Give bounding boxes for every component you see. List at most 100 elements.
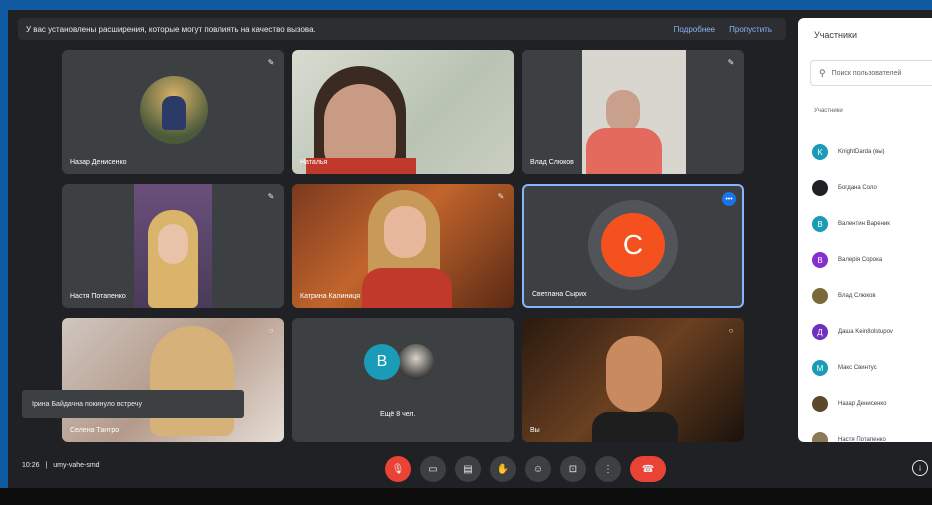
participant-tile[interactable]: ✎ Назар Денисенко bbox=[62, 50, 284, 174]
emoji-icon: ☺ bbox=[532, 463, 544, 475]
participant-list-avatar bbox=[812, 288, 828, 304]
mic-off-icon: ○ bbox=[268, 326, 274, 335]
more-vert-icon: ⋮ bbox=[603, 463, 613, 475]
participants-panel: Участники ⚲ Поиск пользователей Участник… bbox=[798, 18, 932, 442]
participant-tile[interactable]: Наталья bbox=[292, 50, 514, 174]
participant-list-item[interactable]: В Валерія Сорока bbox=[812, 250, 882, 270]
participant-list-avatar bbox=[812, 396, 828, 412]
more-options-button[interactable]: ⋮ bbox=[595, 456, 621, 482]
participant-list-name: Валерія Сорока bbox=[838, 257, 883, 263]
participant-list-item[interactable]: В Валентин Вареник bbox=[812, 214, 890, 234]
camera-toggle-button[interactable]: ▭ bbox=[420, 456, 446, 482]
hang-up-icon: ☎ bbox=[641, 463, 655, 475]
mic-off-icon: ✎ bbox=[497, 192, 505, 201]
participant-name: Назар Денисенко bbox=[70, 159, 127, 166]
window-border-top bbox=[0, 0, 932, 10]
participant-list-item[interactable]: М Макс Свинтус bbox=[812, 358, 877, 378]
window-border-left bbox=[0, 0, 8, 505]
participant-avatar: C bbox=[601, 213, 665, 277]
meeting-info-button[interactable]: i bbox=[912, 460, 928, 476]
video-person-face bbox=[606, 336, 662, 412]
participant-list-name: Настя Потапенко bbox=[838, 437, 886, 442]
participant-list-avatar: В bbox=[812, 216, 828, 232]
present-icon: ⊡ bbox=[568, 463, 578, 475]
more-participants-label: Ещё 8 чел. bbox=[380, 411, 416, 418]
participant-list-item[interactable]: Богдана Соло bbox=[812, 178, 877, 198]
captions-button[interactable]: ▤ bbox=[455, 456, 481, 482]
mic-off-icon: ✎ bbox=[267, 192, 275, 201]
participant-list-avatar: М bbox=[812, 360, 828, 376]
mic-off-icon: ✎ bbox=[267, 58, 275, 67]
video-person-face bbox=[606, 90, 640, 132]
participant-tile-active-speaker[interactable]: C ••• Светлана Сырих bbox=[522, 184, 744, 308]
participant-name: Влад Слюков bbox=[530, 159, 574, 166]
notification-toast: Ірина Байдачна покинуло встречу bbox=[22, 390, 244, 418]
video-person-face bbox=[158, 224, 188, 264]
participant-list-avatar: В bbox=[812, 252, 828, 268]
raise-hand-button[interactable]: ✋ bbox=[490, 456, 516, 482]
panel-title: Участники bbox=[814, 30, 857, 40]
search-icon: ⚲ bbox=[819, 67, 826, 78]
participant-list-name: Даша Kein8olstupov bbox=[838, 329, 893, 335]
meeting-separator: | bbox=[45, 462, 48, 469]
banner-message: У вас установлены расширения, которые мо… bbox=[26, 24, 316, 34]
participant-name: Вы bbox=[530, 427, 540, 434]
video-person-shirt bbox=[362, 268, 452, 308]
participant-tile-self[interactable]: ○ Вы bbox=[522, 318, 744, 442]
present-screen-button[interactable]: ⊡ bbox=[560, 456, 586, 482]
participant-avatar-photo bbox=[398, 344, 434, 380]
participant-name: Светлана Сырих bbox=[532, 291, 587, 298]
toast-text: Ірина Байдачна покинуло встречу bbox=[32, 400, 142, 408]
participant-list-avatar: Д bbox=[812, 324, 828, 340]
reactions-button[interactable]: ☺ bbox=[525, 456, 551, 482]
taskbar-strip bbox=[0, 488, 932, 505]
participant-tile-others[interactable]: B Ещё 8 чел. bbox=[292, 318, 514, 442]
participant-name: Настя Потапенко bbox=[70, 293, 126, 300]
avatar-person-shape bbox=[162, 96, 186, 130]
participant-tile[interactable]: ✎ Настя Потапенко bbox=[62, 184, 284, 308]
participant-list-avatar: K bbox=[812, 144, 828, 160]
participant-list-item[interactable]: K KnightDarda (вы) bbox=[812, 142, 885, 162]
video-person-shirt bbox=[592, 412, 678, 442]
call-controls: 🎙 ▭ ▤ ✋ ☺ ⊡ ⋮ ☎ bbox=[385, 456, 675, 482]
leave-call-button[interactable]: ☎ bbox=[630, 456, 666, 482]
banner-more-link[interactable]: Подробнее bbox=[674, 25, 716, 34]
participant-list-avatar bbox=[812, 180, 828, 196]
mic-off-icon: 🎙 bbox=[391, 463, 405, 475]
participant-tile[interactable]: ○ Селена Тантро bbox=[62, 318, 284, 442]
participant-list-item[interactable]: Влад Слюков bbox=[812, 286, 876, 306]
banner-dismiss-link[interactable]: Пропустить bbox=[729, 25, 772, 34]
participant-tile[interactable]: ✎ Влад Слюков bbox=[522, 50, 744, 174]
meeting-details[interactable]: 10:26 | umy-vahe-smd bbox=[22, 462, 100, 469]
mic-off-icon: ✎ bbox=[727, 58, 735, 67]
meeting-code: umy-vahe-smd bbox=[53, 462, 100, 469]
participant-list-item[interactable]: Д Даша Kein8olstupov bbox=[812, 322, 893, 342]
participant-list-item[interactable]: Назар Денисенко bbox=[812, 394, 886, 414]
hand-icon: ✋ bbox=[496, 463, 510, 475]
participant-tile[interactable]: ✎ Катрина Калиниця bbox=[292, 184, 514, 308]
video-person-hair bbox=[150, 326, 234, 436]
participant-list-name: KnightDarda (вы) bbox=[838, 149, 885, 155]
participant-name: Катрина Калиниця bbox=[300, 293, 361, 300]
info-icon: i bbox=[919, 463, 921, 473]
video-person-face bbox=[384, 206, 426, 258]
participant-list-name: Макс Свинтус bbox=[838, 365, 877, 371]
participant-avatar: B bbox=[364, 344, 400, 380]
participant-search-input[interactable]: ⚲ Поиск пользователей bbox=[810, 60, 932, 86]
camera-icon: ▭ bbox=[428, 463, 438, 475]
participants-section-label: Участники bbox=[814, 108, 843, 114]
audio-level-icon: ••• bbox=[722, 192, 736, 206]
participant-name: Наталья bbox=[300, 159, 328, 166]
meeting-time: 10:26 bbox=[22, 462, 40, 469]
participant-list-avatar bbox=[812, 432, 828, 442]
mic-off-icon: ○ bbox=[728, 326, 734, 335]
captions-icon: ▤ bbox=[463, 463, 473, 475]
search-placeholder: Поиск пользователей bbox=[831, 69, 902, 77]
participant-name: Селена Тантро bbox=[70, 427, 120, 434]
extensions-warning-banner: У вас установлены расширения, которые мо… bbox=[18, 18, 786, 40]
mic-toggle-button[interactable]: 🎙 bbox=[385, 456, 411, 482]
participant-list-item[interactable]: Настя Потапенко bbox=[812, 430, 886, 442]
participant-list-name: Назар Денисенко bbox=[838, 401, 887, 407]
participant-list-name: Богдана Соло bbox=[838, 185, 877, 191]
participant-list-name: Влад Слюков bbox=[838, 293, 876, 299]
